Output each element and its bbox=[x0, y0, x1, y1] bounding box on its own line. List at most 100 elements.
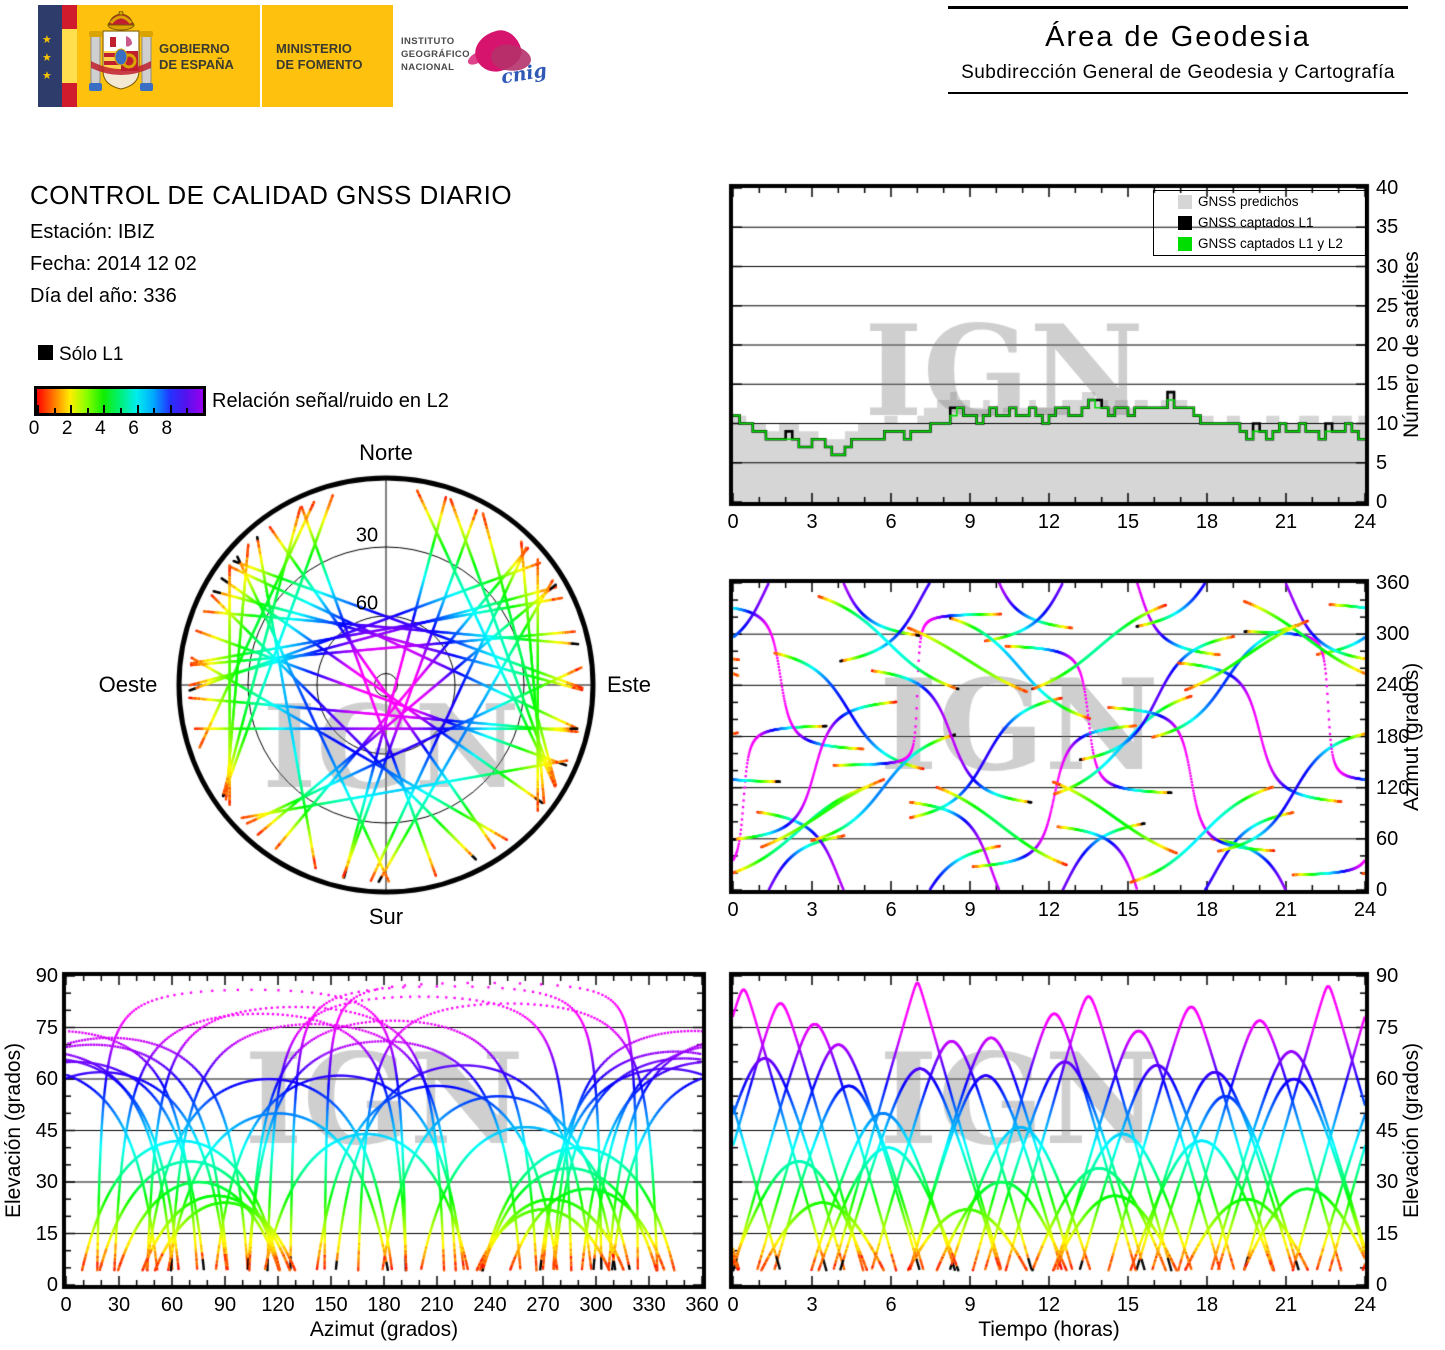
colorbar-tick bbox=[37, 405, 39, 413]
x-tick-label: 0 bbox=[727, 511, 739, 533]
x-tick-label: 360 bbox=[685, 1294, 719, 1316]
spain-coat-of-arms-icon bbox=[89, 11, 153, 91]
colorbar-tick bbox=[136, 405, 139, 413]
colorbar-tick bbox=[186, 408, 189, 413]
x-tick-label: 24 bbox=[1353, 899, 1377, 921]
y-tick-label: 10 bbox=[1376, 412, 1399, 435]
date-line: Fecha: 2014 12 02 bbox=[30, 253, 197, 275]
x-tick-label: 240 bbox=[473, 1294, 507, 1316]
colorbar-tick bbox=[169, 405, 172, 413]
y-tick-label: 15 bbox=[1376, 1222, 1399, 1245]
header-rule-top bbox=[948, 6, 1408, 9]
x-tick-label: 0 bbox=[60, 1294, 72, 1316]
colorbar-tick bbox=[103, 405, 106, 413]
area-header: Área de Geodesia Subdirección General de… bbox=[948, 6, 1408, 94]
legend-row-predicted: GNSS predichos bbox=[1154, 191, 1365, 212]
x-tick-label: 24 bbox=[1353, 511, 1377, 533]
y-tick-label: 90 bbox=[1376, 965, 1399, 987]
black-swatch-icon bbox=[1178, 215, 1192, 230]
y-tick-label: 75 bbox=[1376, 1016, 1399, 1039]
x-tick-label: 12 bbox=[1037, 899, 1061, 921]
skyplot-ring-label-30: 30 bbox=[355, 524, 379, 547]
y-tick-label: 75 bbox=[35, 1016, 58, 1039]
x-tick-label: 21 bbox=[1274, 899, 1298, 921]
header-rule-bottom bbox=[948, 92, 1408, 94]
y-tick-label: 0 bbox=[46, 1274, 58, 1296]
colorbar-tick bbox=[86, 408, 89, 413]
area-title: Área de Geodesia bbox=[1045, 21, 1311, 53]
colorbar-tick bbox=[153, 408, 156, 413]
x-tick-label: 9 bbox=[964, 899, 976, 921]
gnss-daily-quality-report: { "header": { "gobierno_line1": "GOBIERN… bbox=[0, 0, 1445, 1350]
x-tick-label: 18 bbox=[1195, 1294, 1219, 1316]
snr-colorbar bbox=[34, 386, 206, 416]
x-tick-label: 6 bbox=[885, 511, 897, 533]
y-tick-label: 0 bbox=[1376, 1274, 1388, 1296]
gobierno-text: GOBIERNO DE ESPAÑA bbox=[159, 41, 234, 72]
y-tick-label: 40 bbox=[1376, 177, 1399, 199]
y-tick-label: 240 bbox=[1376, 674, 1410, 697]
x-tick-label: 30 bbox=[107, 1294, 131, 1316]
y-tick-label: 300 bbox=[1376, 623, 1410, 646]
x-tick-label: 9 bbox=[964, 1294, 976, 1316]
colorbar-label: Relación señal/ruido en L2 bbox=[212, 390, 449, 412]
y-tick-label: 20 bbox=[1376, 334, 1399, 356]
legend-row-l1l2: GNSS captados L1 y L2 bbox=[1154, 233, 1365, 254]
y-tick-label: 30 bbox=[1376, 1171, 1399, 1193]
y-tick-label: 25 bbox=[1376, 294, 1399, 317]
ign-panel: INSTITUTO GEOGRÁFICO NACIONAL cnig bbox=[393, 5, 548, 107]
y-tick-label: 15 bbox=[35, 1222, 58, 1245]
x-tick-label: 6 bbox=[885, 899, 897, 921]
ministerio-text: MINISTERIO DE FOMENTO bbox=[276, 41, 363, 72]
colorbar-tick-label: 8 bbox=[161, 418, 173, 439]
area-subtitle: Subdirección General de Geodesia y Carto… bbox=[961, 62, 1395, 83]
x-tick-label: 6 bbox=[885, 1294, 897, 1316]
gobierno-box: GOBIERNO DE ESPAÑA bbox=[77, 5, 260, 107]
x-tick-label: 300 bbox=[579, 1294, 613, 1316]
x-tick-label: 60 bbox=[160, 1294, 184, 1316]
eu-star-icon: ★ bbox=[42, 52, 52, 64]
elaz-x-title: Azimut (grados) bbox=[309, 1318, 459, 1341]
eltime-y-title: Elevación (grados) bbox=[1400, 1042, 1423, 1219]
x-tick-label: 120 bbox=[261, 1294, 295, 1316]
x-tick-label: 12 bbox=[1037, 511, 1061, 533]
y-tick-label: 15 bbox=[1376, 373, 1399, 396]
skyplot-ring-label-60: 60 bbox=[355, 592, 379, 615]
x-tick-label: 9 bbox=[964, 511, 976, 533]
colorbar-tick bbox=[70, 405, 73, 413]
colorbar-tick-label: 2 bbox=[61, 418, 73, 439]
x-tick-label: 15 bbox=[1116, 511, 1140, 533]
instituto-geografico-text: INSTITUTO GEOGRÁFICO NACIONAL bbox=[401, 36, 470, 73]
x-tick-label: 90 bbox=[213, 1294, 237, 1316]
y-tick-label: 60 bbox=[35, 1068, 58, 1090]
eltime-x-title: Tiempo (horas) bbox=[978, 1318, 1120, 1341]
x-tick-label: 0 bbox=[727, 1294, 739, 1316]
doy-line: Día del año: 336 bbox=[30, 285, 177, 307]
skyplot-east-label: Este bbox=[606, 672, 652, 697]
y-tick-label: 60 bbox=[1376, 1068, 1399, 1090]
x-tick-label: 15 bbox=[1116, 1294, 1140, 1316]
y-tick-label: 0 bbox=[1376, 491, 1388, 513]
eu-star-icon: ★ bbox=[42, 70, 52, 82]
x-tick-label: 210 bbox=[420, 1294, 454, 1316]
gray-swatch-icon bbox=[1178, 194, 1192, 209]
cnig-logo-icon: cnig bbox=[465, 26, 548, 89]
count-chart-legend: GNSS predichos GNSS captados L1 GNSS cap… bbox=[1153, 190, 1366, 256]
x-tick-label: 24 bbox=[1353, 1294, 1377, 1316]
x-tick-label: 12 bbox=[1037, 1294, 1061, 1316]
x-tick-label: 270 bbox=[526, 1294, 560, 1316]
y-tick-label: 90 bbox=[35, 965, 58, 987]
y-tick-label: 0 bbox=[1376, 879, 1388, 901]
y-tick-label: 60 bbox=[1376, 827, 1399, 850]
colorbar-tick bbox=[203, 405, 205, 413]
y-tick-label: 30 bbox=[1376, 255, 1399, 278]
solo-l1-legend: Sólo L1 bbox=[38, 344, 123, 366]
colorbar-tick bbox=[120, 408, 122, 413]
y-tick-label: 45 bbox=[1376, 1119, 1399, 1142]
y-tick-label: 30 bbox=[35, 1171, 58, 1193]
x-tick-label: 3 bbox=[806, 511, 818, 533]
spain-flag-stripe bbox=[62, 5, 77, 107]
x-tick-label: 21 bbox=[1274, 1294, 1298, 1316]
x-tick-label: 330 bbox=[632, 1294, 666, 1316]
legend-row-l1: GNSS captados L1 bbox=[1154, 212, 1365, 233]
